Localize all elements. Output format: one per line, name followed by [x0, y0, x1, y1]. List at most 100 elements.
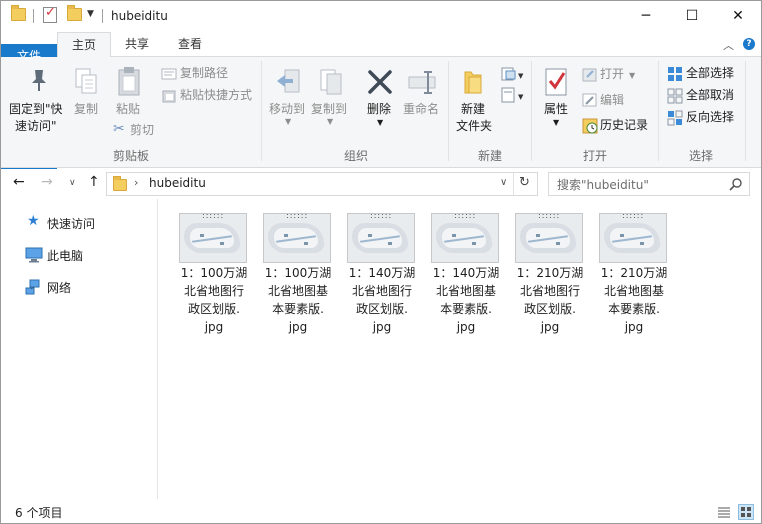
file-item[interactable]: :::::: 1：100万湖 北省地图基 本要素版. jpg [259, 211, 337, 341]
select-all-label: 全部选择 [686, 66, 735, 80]
map-marker [220, 242, 224, 245]
collapse-ribbon-chevron-icon[interactable]: ︿ [723, 37, 734, 53]
organize-group-label: 组织 [343, 149, 368, 163]
divider [531, 61, 532, 161]
thumbnail-title-marks: :::::: [454, 213, 477, 220]
search-icon[interactable] [729, 177, 743, 191]
select-group-label: 选择 [688, 149, 713, 163]
copy-to-dropdown-icon: ▼ [327, 117, 334, 126]
file-item[interactable]: :::::: 1：100万湖 北省地图行 政区划版. jpg [175, 211, 253, 341]
edit-pencil-icon [582, 93, 597, 107]
search-box[interactable]: 搜索"hubeiditu" [548, 172, 750, 196]
file-name-line: 政区划版. [524, 302, 576, 316]
open-label: 打开 [600, 67, 625, 81]
network-icon [25, 279, 40, 295]
computer-icon [25, 247, 43, 263]
file-name-line: 1：100万湖 [264, 266, 332, 280]
new-item-icon: ▼ [501, 67, 524, 81]
divider [261, 61, 262, 161]
copy-label: 复制 [74, 102, 99, 116]
file-name-line: 本要素版. [608, 302, 660, 316]
close-button[interactable]: ✕ [715, 1, 761, 32]
up-arrow-icon[interactable]: ↑ [88, 174, 100, 190]
file-name-line: 本要素版. [440, 302, 492, 316]
file-name-line: 北省地图基 [435, 284, 496, 298]
maximize-button[interactable]: ☐ [669, 1, 715, 32]
invert-selection-icon [667, 110, 683, 126]
file-item[interactable]: :::::: 1：210万湖 北省地图基本要素版.jpg [595, 211, 673, 341]
file-name-line: 1：100万湖 [180, 266, 248, 280]
divider [745, 61, 746, 161]
file-name-line: 1：210万湖 [516, 266, 584, 280]
divider [513, 173, 514, 195]
map-thumbnail-image: :::::: [599, 213, 667, 263]
tab-share[interactable]: 共享 [113, 32, 161, 56]
file-name: 1：210万湖 北省地图行 政区划版. jpg [511, 264, 589, 336]
map-marker [284, 234, 288, 237]
clipboard-icon [118, 67, 140, 96]
thumbnail-title-marks: :::::: [370, 213, 393, 220]
delete-dropdown-icon: ▼ [377, 118, 384, 127]
large-icons-view-icon[interactable] [738, 504, 754, 520]
tab-view[interactable]: 查看 [165, 32, 215, 56]
map-marker [620, 234, 624, 237]
map-marker [452, 234, 456, 237]
history-label: 历史记录 [600, 118, 649, 132]
file-name-line: jpg [288, 320, 308, 334]
new-folder-label-line2: 文件夹 [456, 119, 493, 133]
file-name-line: jpg [540, 320, 560, 334]
refresh-icon[interactable]: ↻ [519, 175, 530, 190]
customize-toolbar-dropdown-icon[interactable]: ▼ [87, 9, 94, 19]
file-name-line: 1：210万湖 [600, 266, 668, 280]
folder-icon[interactable] [11, 5, 26, 21]
recent-locations-chevron-icon[interactable]: ∨ [69, 178, 76, 188]
map-marker [368, 234, 372, 237]
properties-dropdown-icon: ▼ [553, 118, 560, 127]
nav-item-label: 网络 [47, 281, 72, 295]
nav-item-label: 快速访问 [47, 217, 96, 231]
map-marker [388, 242, 392, 245]
back-arrow-icon[interactable]: ← [13, 174, 25, 190]
history-clock-icon [582, 118, 598, 134]
file-name-line: jpg [372, 320, 392, 334]
divider [658, 61, 659, 161]
search-input[interactable]: 搜索"hubeiditu" [557, 176, 649, 193]
map-thumbnail-image: :::::: [347, 213, 415, 263]
divider [102, 9, 103, 23]
file-name-line: jpg [624, 320, 644, 334]
details-view-icon[interactable] [717, 506, 731, 518]
new-folder-icon[interactable] [67, 5, 82, 21]
tab-home[interactable]: 主页 [57, 32, 111, 58]
open-icon [582, 68, 597, 82]
copy-path-label: 复制路径 [180, 66, 229, 80]
file-item[interactable]: :::::: 1：210万湖 北省地图行 政区划版. jpg [511, 211, 589, 341]
file-name-line: 政区划版. [356, 302, 408, 316]
explorer-window: ▼ hubeiditu ─ ☐ ✕ 文件 主页 共享 查看 ︿ ? 固定到"快 … [0, 0, 762, 524]
file-name-line: 北省地图基 [267, 284, 328, 298]
rename-icon [408, 71, 436, 94]
nav-item-label: 此电脑 [47, 249, 84, 263]
properties-check-icon[interactable] [43, 5, 57, 23]
file-name: 1：140万湖 北省地图基 本要素版. jpg [427, 264, 505, 336]
forward-arrow-icon[interactable]: → [41, 174, 53, 190]
minimize-button[interactable]: ─ [623, 1, 669, 32]
thumbnail-title-marks: :::::: [622, 213, 645, 220]
help-icon[interactable]: ? [743, 38, 755, 50]
file-list: :::::: 1：100万湖 北省地图行 政区划版. jpg:::::: 1：100万湖北… [158, 199, 761, 499]
file-item[interactable]: :::::: 1：140万湖 北省地图行 政区划版. jpg [343, 211, 421, 341]
navigation-pane: ★ 快速访问 此电脑 网络 [1, 199, 158, 499]
item-count: 6 个项目 [15, 506, 63, 520]
thumbnail-title-marks: :::::: [202, 213, 225, 220]
breadcrumb-item[interactable]: hubeiditu [149, 176, 206, 190]
file-name: 1：140万湖 北省地图行 政区划版. jpg [343, 264, 421, 336]
address-dropdown-chevron-icon[interactable]: ∨ [500, 177, 507, 188]
breadcrumb-separator-icon: › [134, 176, 139, 189]
invert-selection-label: 反向选择 [686, 110, 735, 124]
edit-label: 编辑 [600, 93, 625, 107]
file-name-line: 北省地图基 [603, 284, 664, 298]
paste-shortcut-label: 粘贴快捷方式 [180, 88, 253, 102]
file-item[interactable]: :::::: 1：140万湖 北省地图基 本要素版. jpg [427, 211, 505, 341]
address-bar[interactable]: › hubeiditu ∨ ↻ [106, 172, 538, 196]
paste-shortcut-icon [162, 90, 176, 103]
move-to-dropdown-icon: ▼ [285, 117, 292, 126]
